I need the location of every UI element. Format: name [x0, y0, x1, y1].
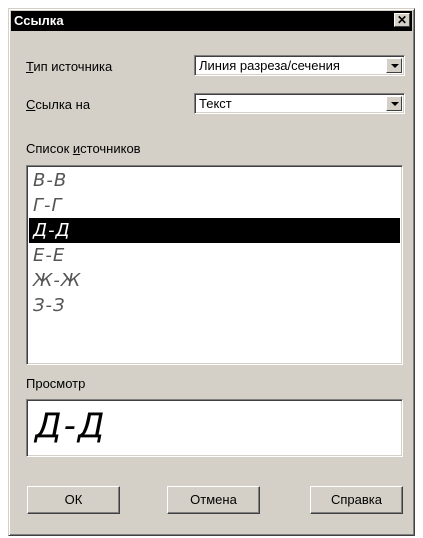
link-to-label: Ссылка на: [26, 97, 91, 112]
preview-text: Д-Д: [35, 406, 107, 446]
source-type-value: Линия разреза/сечения: [199, 58, 340, 73]
list-item[interactable]: Е-Е: [29, 243, 400, 268]
chevron-down-icon[interactable]: [386, 96, 402, 111]
preview-label: Просмотр: [26, 376, 86, 391]
chevron-down-icon[interactable]: [386, 58, 402, 73]
source-listbox[interactable]: В-В Г-Г Д-Д Е-Е Ж-Ж З-З: [26, 165, 403, 365]
link-dialog: Ссылка ✕ Тип источника Линия разреза/сеч…: [8, 8, 415, 536]
list-item[interactable]: З-З: [29, 293, 400, 318]
cancel-button[interactable]: Отмена: [167, 486, 260, 514]
dialog-title: Ссылка: [14, 13, 64, 28]
link-to-select[interactable]: Текст: [194, 93, 405, 114]
source-type-select[interactable]: Линия разреза/сечения: [194, 55, 405, 76]
title-bar[interactable]: Ссылка ✕: [11, 11, 412, 31]
list-item[interactable]: Ж-Ж: [29, 268, 400, 293]
close-icon: ✕: [396, 13, 408, 27]
link-to-value: Текст: [199, 96, 232, 111]
list-item[interactable]: В-В: [29, 168, 400, 193]
source-type-label: Тип источника: [26, 59, 113, 74]
ok-button[interactable]: ОК: [27, 486, 120, 514]
list-item-selected[interactable]: Д-Д: [29, 218, 400, 243]
source-list-label: Список источников: [26, 141, 141, 156]
preview-box: Д-Д: [26, 399, 403, 457]
close-button[interactable]: ✕: [394, 13, 410, 27]
list-item[interactable]: Г-Г: [29, 193, 400, 218]
help-button[interactable]: Справка: [310, 486, 403, 514]
